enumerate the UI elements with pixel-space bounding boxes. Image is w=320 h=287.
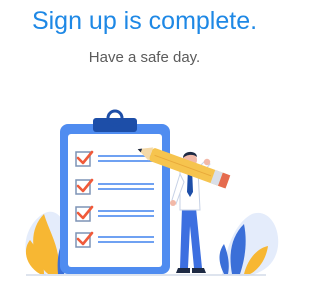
person-pants bbox=[180, 208, 202, 268]
person-hand bbox=[203, 158, 211, 166]
signup-complete-screen: Sign up is complete. Have a safe day. bbox=[0, 0, 289, 287]
signup-complete-illustration bbox=[25, 109, 279, 276]
page-title: Sign up is complete. bbox=[31, 7, 258, 35]
plant-blue-right-small-icon bbox=[219, 244, 229, 274]
page-subtitle: Have a safe day. bbox=[88, 49, 201, 66]
